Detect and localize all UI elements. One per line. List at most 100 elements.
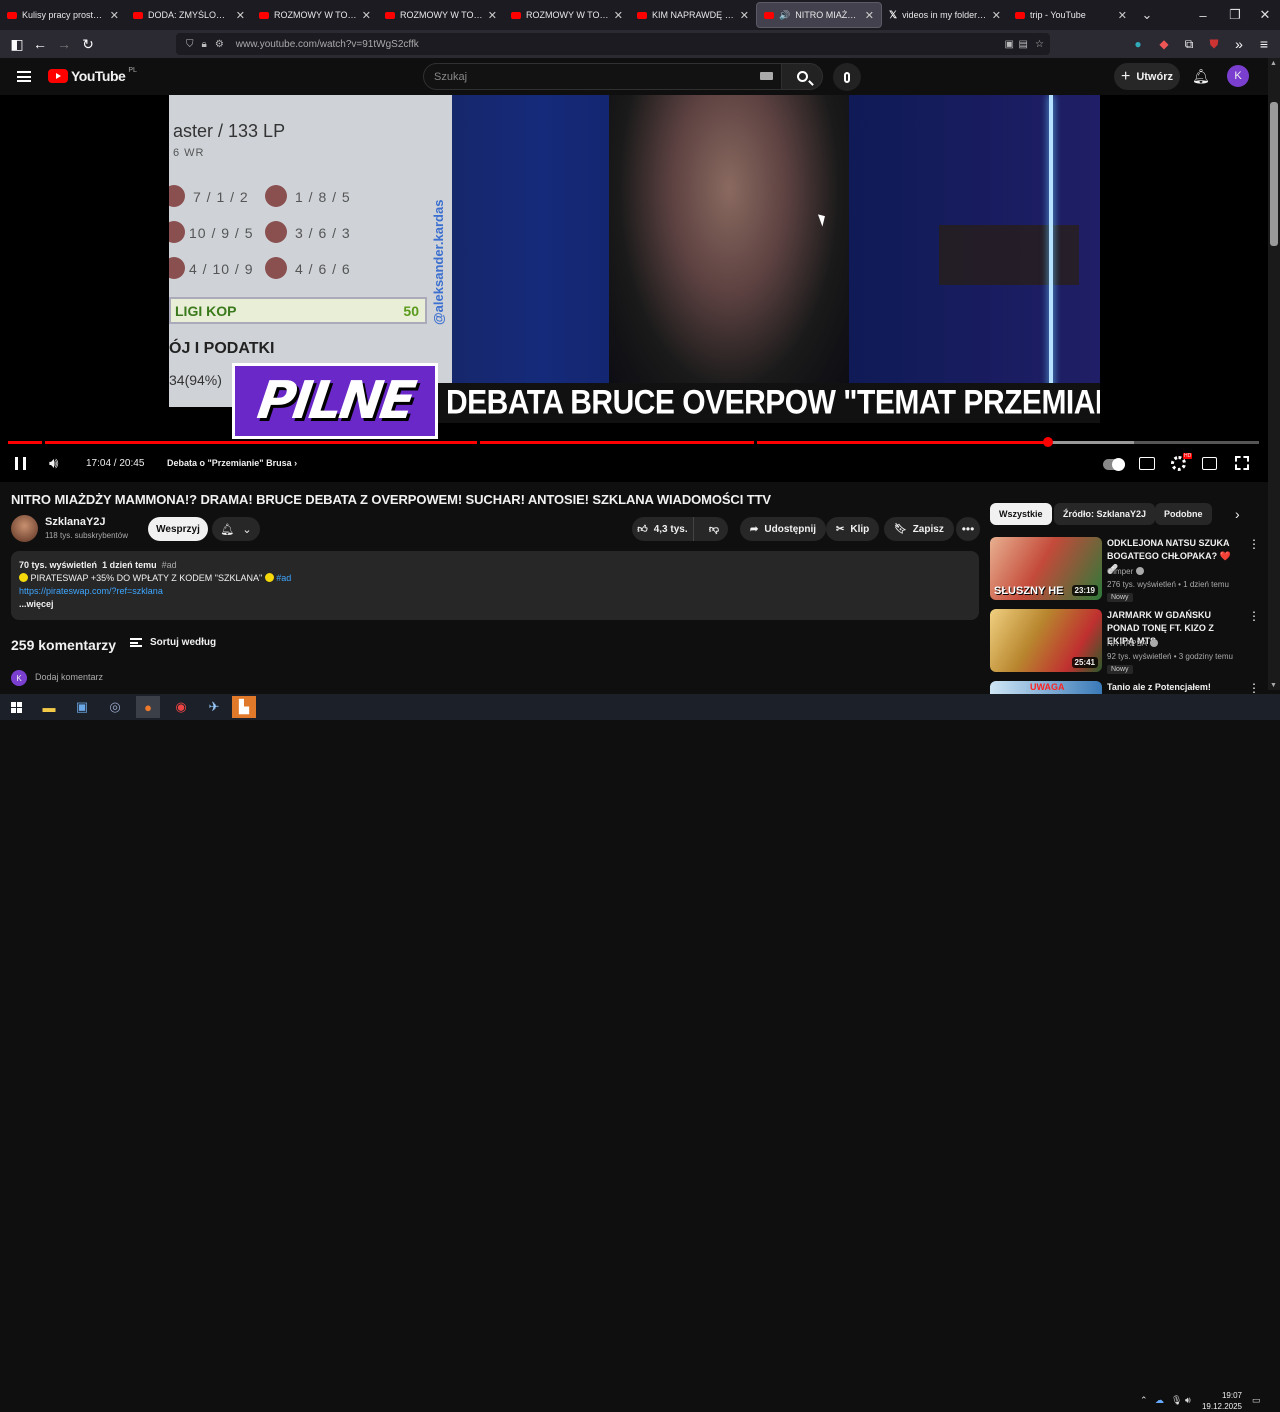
hashtag[interactable]: #ad bbox=[162, 560, 177, 570]
hashtag[interactable]: #ad bbox=[276, 573, 291, 583]
support-button[interactable]: Wesprzyj bbox=[148, 517, 208, 541]
browser-tab[interactable]: trip - YouTube ✕ bbox=[1008, 0, 1134, 30]
close-icon[interactable]: ✕ bbox=[740, 9, 749, 22]
microphone-tray-icon[interactable]: 🎙︎ bbox=[1171, 1395, 1182, 1406]
app-icon-orange[interactable]: ▙ bbox=[232, 696, 256, 718]
kebab-menu-icon[interactable]: ⋮ bbox=[1248, 681, 1258, 694]
video-thumbnail[interactable]: 25:41 bbox=[990, 609, 1102, 672]
steam-icon[interactable]: ◎ bbox=[103, 696, 127, 718]
subscription-bell-button[interactable]: 🔔︎ ⌄ bbox=[212, 517, 260, 541]
extension-shield-icon[interactable]: ● bbox=[1127, 34, 1149, 54]
progress-bar[interactable] bbox=[8, 441, 1259, 444]
dislike-button[interactable]: 👎︎ bbox=[700, 523, 728, 535]
promo-link[interactable]: https://pirateswap.com/?ref=szklana bbox=[19, 585, 971, 598]
scroll-up-icon[interactable]: ▲ bbox=[1270, 60, 1277, 67]
search-button[interactable] bbox=[781, 63, 823, 90]
chapter-title[interactable]: Debata o "Przemianie" Brusa › bbox=[167, 458, 297, 468]
browser-tab[interactable]: ROZMOWY W TOKU OD ✕ bbox=[504, 0, 630, 30]
file-explorer-icon[interactable]: ▬ bbox=[37, 696, 61, 718]
recommendation-channel[interactable]: Gimper bbox=[1107, 567, 1145, 576]
channel-name[interactable]: SzklanaY2J bbox=[45, 516, 106, 528]
video-frame[interactable]: aster / 133 LP 6 WR 7 / 1 / 2 1 / 8 / 5 … bbox=[169, 95, 1100, 407]
shield-icon[interactable]: ⛉ bbox=[186, 39, 194, 50]
avatar[interactable]: K bbox=[1227, 65, 1249, 87]
theater-mode-icon[interactable] bbox=[1202, 457, 1217, 470]
video-thumbnail[interactable]: UWAGA bbox=[990, 681, 1102, 694]
close-icon[interactable]: ✕ bbox=[236, 9, 245, 22]
sidebar-icon[interactable]: ◧ bbox=[6, 34, 28, 54]
create-button[interactable]: + Utwórz bbox=[1114, 63, 1180, 90]
browser-tab[interactable]: Kulisy pracy prostytutki. O ✕ bbox=[0, 0, 126, 30]
chevron-right-icon[interactable]: › bbox=[1235, 506, 1240, 522]
hamburger-menu-icon[interactable] bbox=[17, 71, 31, 82]
search-input[interactable]: Szukaj bbox=[423, 63, 782, 90]
app-icon[interactable]: ✈ bbox=[202, 696, 226, 718]
minimize-icon[interactable]: – bbox=[1188, 0, 1218, 30]
volume-tray-icon[interactable]: 🔊︎ bbox=[1185, 1395, 1191, 1406]
overflow-chevron-icon[interactable]: » bbox=[1228, 34, 1250, 54]
recommendation-item[interactable]: SŁUSZNY HE 23:19 ODKLEJONA NATSU SZUKA B… bbox=[990, 537, 1260, 602]
system-clock[interactable]: 19:07 19.12.2025 bbox=[1200, 1390, 1242, 1412]
close-icon[interactable]: ✕ bbox=[1118, 9, 1127, 22]
progress-scrubber-handle[interactable] bbox=[1042, 437, 1053, 447]
recommendation-item[interactable]: 25:41 JARMARK W GDAŃSKU PONAD TONĘ FT. K… bbox=[990, 609, 1260, 674]
tab-list-chevron-icon[interactable]: ⌄ bbox=[1132, 0, 1162, 30]
reload-icon[interactable]: ↻ bbox=[77, 34, 99, 54]
keyboard-icon[interactable] bbox=[760, 72, 773, 80]
address-bar[interactable]: ⛉ 🔒︎ ⚙︎ www.youtube.com/watch?v=91tWgS2c… bbox=[176, 33, 1050, 55]
lock-icon[interactable]: 🔒︎ bbox=[202, 39, 207, 50]
recommendation-item[interactable]: UWAGA Tanio ale z Potencjałem! ⋮ bbox=[990, 681, 1258, 694]
subtitles-icon[interactable] bbox=[1139, 457, 1155, 470]
voice-search-button[interactable] bbox=[833, 63, 861, 91]
video-thumbnail[interactable]: SŁUSZNY HE 23:19 bbox=[990, 537, 1102, 600]
bookmark-star-icon[interactable]: ☆ bbox=[1035, 39, 1044, 50]
app-menu-icon[interactable]: ≡ bbox=[1253, 34, 1275, 54]
speaker-icon[interactable]: 🔊 bbox=[779, 10, 790, 21]
recommendation-title[interactable]: Tanio ale z Potencjałem! bbox=[1107, 681, 1242, 694]
browser-tab[interactable]: 𝕏videos in my folder on X ✕ bbox=[882, 0, 1008, 30]
close-icon[interactable]: ✕ bbox=[110, 9, 119, 22]
monitor-app-icon[interactable]: ▣ bbox=[70, 696, 94, 718]
extension-fox-icon[interactable]: ◆ bbox=[1153, 34, 1175, 54]
permissions-icon[interactable]: ⚙︎ bbox=[215, 39, 224, 50]
network-icon[interactable]: ☁ bbox=[1155, 1395, 1164, 1406]
forward-icon[interactable]: → bbox=[53, 34, 75, 54]
firefox-icon[interactable]: ● bbox=[136, 696, 160, 718]
recommendation-channel[interactable]: NA HAPSA bbox=[1107, 639, 1159, 648]
close-icon[interactable]: ✕ bbox=[362, 9, 371, 22]
autoplay-toggle[interactable] bbox=[1103, 458, 1125, 471]
window-close-icon[interactable]: ✕ bbox=[1250, 0, 1280, 30]
browser-tab[interactable]: ROZMOWY W TOKU OD ✕ bbox=[252, 0, 378, 30]
channel-avatar[interactable] bbox=[11, 515, 38, 542]
pause-icon[interactable] bbox=[15, 457, 26, 470]
filter-chip-all[interactable]: Wszystkie bbox=[990, 503, 1052, 525]
filter-chip-related[interactable]: Podobne bbox=[1155, 503, 1212, 525]
close-icon[interactable]: ✕ bbox=[488, 9, 497, 22]
reader-view-icon[interactable]: ▤ bbox=[1019, 39, 1028, 50]
notifications-bell-icon[interactable]: 🔔︎ bbox=[1192, 68, 1210, 85]
browser-tab[interactable]: KIM NAPRAWDĘ JEST MA ✕ bbox=[630, 0, 756, 30]
like-button[interactable]: 👍︎ 4,3 tys. bbox=[632, 517, 694, 541]
picture-in-picture-icon[interactable]: ▣ bbox=[1005, 39, 1014, 50]
kebab-menu-icon[interactable]: ⋮ bbox=[1248, 609, 1260, 623]
add-comment-input[interactable]: Dodaj komentarz bbox=[35, 672, 103, 682]
more-actions-icon[interactable]: ••• bbox=[956, 517, 980, 541]
sort-comments-button[interactable]: Sortuj według bbox=[130, 637, 216, 648]
close-icon[interactable]: ✕ bbox=[992, 9, 1001, 22]
save-button[interactable]: 🔖︎ Zapisz bbox=[884, 517, 954, 541]
extensions-icon[interactable]: ⧉ bbox=[1178, 34, 1200, 54]
url-text[interactable]: www.youtube.com/watch?v=91tWgS2cffk bbox=[236, 39, 419, 50]
description-box[interactable]: 70 tys. wyświetleń 1 dzień temu #ad PIRA… bbox=[11, 551, 979, 620]
obs-icon[interactable]: ◉ bbox=[169, 696, 193, 718]
scrollbar-thumb[interactable] bbox=[1270, 102, 1278, 246]
browser-tab[interactable]: ROZMOWY W TOKU OD ✕ bbox=[378, 0, 504, 30]
close-icon[interactable]: ✕ bbox=[614, 9, 623, 22]
back-icon[interactable]: ← bbox=[29, 34, 51, 54]
filter-chip-source[interactable]: Źródło: SzklanaY2J bbox=[1054, 503, 1156, 525]
maximize-icon[interactable]: ❐ bbox=[1220, 0, 1250, 30]
browser-tab[interactable]: DODA: ZMYŚLONE ŻYCIE ✕ bbox=[126, 0, 252, 30]
video-player[interactable]: aster / 133 LP 6 WR 7 / 1 / 2 1 / 8 / 5 … bbox=[0, 95, 1268, 482]
fullscreen-icon[interactable] bbox=[1235, 456, 1249, 470]
kebab-menu-icon[interactable]: ⋮ bbox=[1248, 537, 1260, 551]
close-icon[interactable]: ✕ bbox=[865, 9, 874, 22]
